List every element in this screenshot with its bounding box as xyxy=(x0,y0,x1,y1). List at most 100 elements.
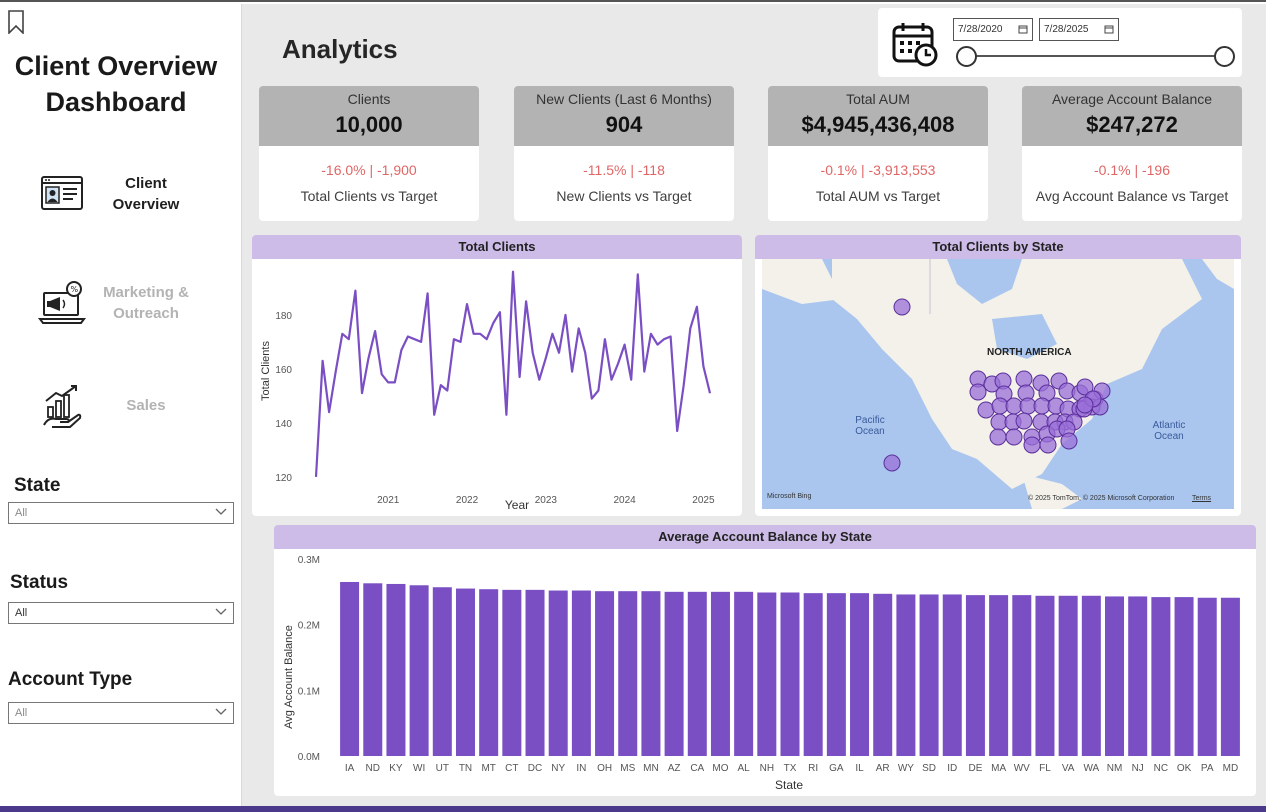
x-tick-label: CA xyxy=(690,763,704,774)
bar-wa[interactable] xyxy=(1081,595,1101,756)
bar-ga[interactable] xyxy=(826,593,846,756)
bar-wv[interactable] xyxy=(1012,595,1032,756)
nav-sales[interactable]: Sales xyxy=(38,378,218,432)
y-tick-label: 180 xyxy=(275,311,292,322)
bar-ia[interactable] xyxy=(340,581,360,756)
bar-ok[interactable] xyxy=(1174,597,1194,756)
dashboard-title-line2: Dashboard xyxy=(45,87,187,117)
x-tick-label: MO xyxy=(712,763,728,774)
bar-md[interactable] xyxy=(1220,597,1240,756)
total-clients-line-chart[interactable]: Total Clients Total Clients Year 120 140 1… xyxy=(252,235,742,516)
bar-tn[interactable] xyxy=(455,588,475,756)
bar-nc[interactable] xyxy=(1151,597,1171,756)
state-bubble[interactable] xyxy=(1039,436,1057,454)
state-bubble[interactable] xyxy=(1076,396,1094,414)
bar-ca[interactable] xyxy=(687,591,707,756)
state-dropdown[interactable]: All xyxy=(8,502,234,524)
bar-id[interactable] xyxy=(942,594,962,756)
x-tick-label: 2025 xyxy=(692,495,715,506)
x-tick-label: WA xyxy=(1083,763,1099,774)
state-bubble[interactable] xyxy=(989,428,1007,446)
map-canvas[interactable]: NORTH AMERICA Pacific Ocean Atlantic Oce… xyxy=(762,259,1234,509)
x-tick-label: PA xyxy=(1201,763,1214,774)
nav-client-overview[interactable]: Client Overview xyxy=(38,167,218,221)
state-bubble[interactable] xyxy=(883,454,901,472)
bar-ky[interactable] xyxy=(386,583,406,756)
bar-fl[interactable] xyxy=(1035,595,1055,756)
x-tick-label: OK xyxy=(1177,763,1192,774)
kpi-subtitle: Total AUM vs Target xyxy=(815,188,941,204)
y-tick-label: 160 xyxy=(275,365,292,376)
bar-wi[interactable] xyxy=(409,585,429,756)
state-bubble[interactable] xyxy=(1015,370,1033,388)
bar-mn[interactable] xyxy=(641,591,661,756)
state-bubble[interactable] xyxy=(893,298,911,316)
bar-ri[interactable] xyxy=(803,593,823,756)
date-slider-end-handle[interactable] xyxy=(1214,46,1235,67)
bar-ut[interactable] xyxy=(432,587,452,756)
bar-mt[interactable] xyxy=(479,589,499,756)
date-slider-start-handle[interactable] xyxy=(956,46,977,67)
bar-ar[interactable] xyxy=(873,593,893,756)
bar-il[interactable] xyxy=(850,593,870,756)
nav-label-line: Overview xyxy=(112,196,180,213)
chart-title: Average Account Balance by State xyxy=(274,525,1256,549)
kpi-delta: -11.5% | -118 xyxy=(583,162,665,178)
state-bubble[interactable] xyxy=(1005,428,1023,446)
x-axis-label: State xyxy=(775,778,803,792)
clients-by-state-map[interactable]: Total Clients by State NORTH AMERICA Pac… xyxy=(755,235,1241,516)
bar-wy[interactable] xyxy=(896,594,916,756)
bar-nh[interactable] xyxy=(757,592,777,756)
state-bubble[interactable] xyxy=(1023,436,1041,454)
bar-mo[interactable] xyxy=(710,591,730,756)
nav-marketing-outreach[interactable]: % Marketing & Outreach xyxy=(38,276,218,330)
bar-nj[interactable] xyxy=(1128,596,1148,756)
bookmark-icon[interactable] xyxy=(8,10,24,34)
x-tick-label: IN xyxy=(576,763,586,774)
state-bubble[interactable] xyxy=(977,401,995,419)
x-tick-label: SD xyxy=(922,763,936,774)
bar-pa[interactable] xyxy=(1197,597,1217,756)
state-bubble[interactable] xyxy=(1015,412,1033,430)
x-tick-label: DE xyxy=(968,763,982,774)
page-title: Analytics xyxy=(282,34,398,64)
bar-ms[interactable] xyxy=(618,591,638,756)
x-tick-label: NJ xyxy=(1132,763,1144,774)
x-tick-label: AZ xyxy=(668,763,681,774)
x-tick-label: ND xyxy=(366,763,380,774)
bar-sd[interactable] xyxy=(919,594,939,756)
bar-ny[interactable] xyxy=(548,590,568,756)
bar-ma[interactable] xyxy=(989,595,1009,756)
status-slicer-label: Status xyxy=(10,572,69,593)
end-date-input[interactable]: 7/28/2025 xyxy=(1039,18,1119,41)
x-tick-label: RI xyxy=(808,763,818,774)
bar-al[interactable] xyxy=(734,591,754,756)
bar-oh[interactable] xyxy=(595,591,615,756)
state-bubble[interactable] xyxy=(969,383,987,401)
x-tick-label: NC xyxy=(1154,763,1168,774)
bar-in[interactable] xyxy=(571,590,591,756)
bar-de[interactable] xyxy=(965,595,985,756)
date-slider-track[interactable] xyxy=(966,55,1224,57)
start-date-input[interactable]: 7/28/2020 xyxy=(953,18,1033,41)
account-type-dropdown[interactable]: All xyxy=(8,702,234,724)
calendar-icon[interactable] xyxy=(1104,24,1114,34)
x-tick-label: TN xyxy=(459,763,472,774)
bar-va[interactable] xyxy=(1058,595,1078,756)
bar-tx[interactable] xyxy=(780,592,800,756)
bar-az[interactable] xyxy=(664,591,684,756)
kpi-label: Total AUM xyxy=(846,91,910,107)
bar-dc[interactable] xyxy=(525,589,545,756)
state-bubble[interactable] xyxy=(1060,432,1078,450)
calendar-icon[interactable] xyxy=(1018,24,1028,34)
kpi-value: 10,000 xyxy=(335,112,403,137)
bar-nm[interactable] xyxy=(1105,596,1125,756)
date-range-slicer: 7/28/2020 7/28/2025 xyxy=(878,8,1242,77)
bar-nd[interactable] xyxy=(363,583,383,756)
total-clients-series-line[interactable] xyxy=(314,270,712,477)
avg-balance-bar-chart[interactable]: Average Account Balance by State Avg Acc… xyxy=(274,525,1256,796)
x-tick-label: FL xyxy=(1039,763,1051,774)
map-terms-link[interactable]: Terms xyxy=(1192,495,1211,502)
bar-ct[interactable] xyxy=(502,589,522,756)
status-dropdown[interactable]: All xyxy=(8,602,234,624)
